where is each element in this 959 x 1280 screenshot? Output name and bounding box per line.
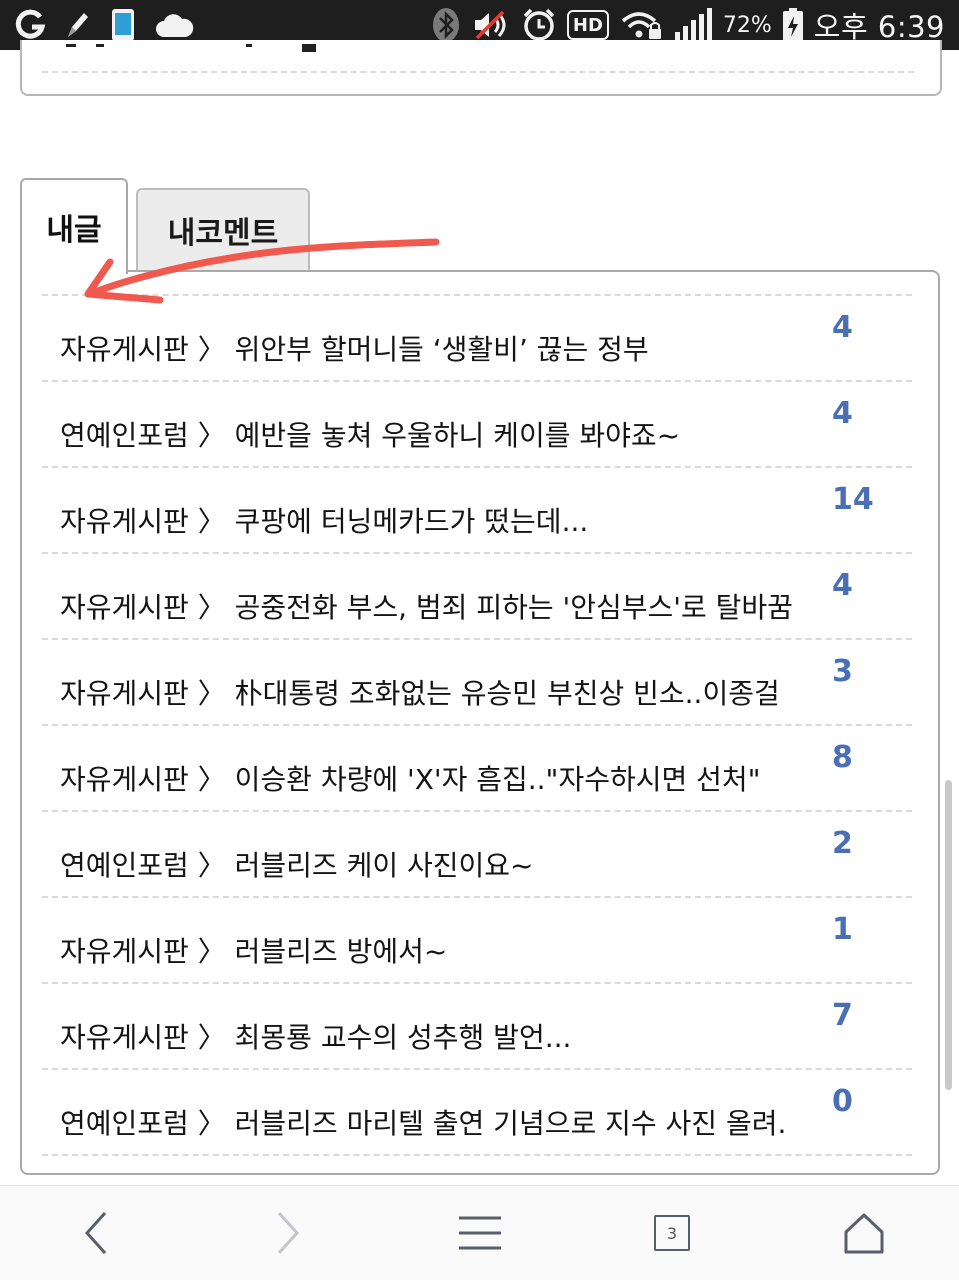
alarm-icon: [521, 7, 557, 43]
comment-count: 1: [832, 912, 853, 947]
separator: 〉: [197, 419, 226, 452]
post-row[interactable]: 연예인포럼 〉 예반을 놓쳐 우울하니 케이를 봐야죠~ 4: [42, 382, 912, 468]
home-icon: [844, 1213, 884, 1254]
post-title: 위안부 할머니들 ‘생활비’ 끊는 정부: [234, 333, 649, 366]
post-row[interactable]: 자유게시판 〉 공중전화 부스, 범죄 피하는 '안심부스'로 탈바꿈 4: [42, 554, 912, 640]
post-link[interactable]: 연예인포럼 〉 예반을 놓쳐 우울하니 케이를 봐야죠~: [60, 414, 830, 454]
bluetooth-icon: [431, 7, 461, 43]
board-name: 자유게시판: [60, 591, 189, 624]
previous-section-card: [20, 40, 942, 96]
post-link[interactable]: 자유게시판 〉 朴대통령 조화없는 유승민 부친상 빈소..이종걸: [60, 672, 830, 712]
separator: 〉: [197, 677, 226, 710]
post-row[interactable]: 자유게시판 〉 최몽룡 교수의 성추행 발언... 7: [42, 984, 912, 1070]
comment-count: 0: [832, 1084, 853, 1119]
post-row[interactable]: 자유게시판 〉 위안부 할머니들 ‘생활비’ 끊는 정부 4: [42, 296, 912, 382]
tab-my-posts[interactable]: 내글: [20, 178, 128, 274]
post-title: 朴대통령 조화없는 유승민 부친상 빈소..이종걸: [234, 677, 780, 710]
separator: 〉: [197, 935, 226, 968]
post-link[interactable]: 자유게시판 〉 이승환 차량에 'X'자 흠집.."자수하시면 선처": [60, 758, 830, 798]
post-link[interactable]: 자유게시판 〉 쿠팡에 터닝메카드가 떴는데...: [60, 500, 830, 540]
separator: 〉: [197, 591, 226, 624]
post-row[interactable]: 자유게시판 〉 쿠팡에 터닝메카드가 떴는데... 14: [42, 468, 912, 554]
post-title: 예반을 놓쳐 우울하니 케이를 봐야죠~: [234, 419, 681, 452]
hd-voice-icon: HD: [566, 10, 609, 40]
post-row[interactable]: 자유게시판 〉 이승환 차량에 'X'자 흠집.."자수하시면 선처" 8: [42, 726, 912, 812]
post-row[interactable]: 자유게시판 〉 러블리즈 방에서~ 1: [42, 898, 912, 984]
board-name: 자유게시판: [60, 763, 189, 796]
post-row[interactable]: 연예인포럼 〉 러블리즈 케이 사진이요~ 2: [42, 812, 912, 898]
tabs-button[interactable]: 3: [612, 1186, 732, 1280]
post-row[interactable]: 연예인포럼 〉 러블리즈 마리텔 출연 기념으로 지수 사진 올려. 0: [42, 1070, 912, 1156]
post-title: 공중전화 부스, 범죄 피하는 '안심부스'로 탈바꿈: [234, 591, 793, 624]
comment-count: 4: [832, 310, 853, 345]
post-link[interactable]: 연예인포럼 〉 러블리즈 마리텔 출연 기념으로 지수 사진 올려.: [60, 1102, 830, 1142]
board-name: 자유게시판: [60, 1021, 189, 1054]
post-title: 러블리즈 마리텔 출연 기념으로 지수 사진 올려.: [234, 1107, 787, 1140]
home-button[interactable]: [804, 1186, 924, 1280]
comment-count: 3: [832, 654, 853, 689]
comment-count: 14: [832, 482, 874, 517]
pen-icon: [64, 9, 92, 41]
scrollbar[interactable]: [945, 780, 952, 1090]
board-name: 자유게시판: [60, 333, 189, 366]
post-title: 러블리즈 케이 사진이요~: [234, 849, 534, 882]
tab-my-comments[interactable]: 내코멘트: [136, 188, 310, 270]
my-posts-panel: 자유게시판 〉 위안부 할머니들 ‘생활비’ 끊는 정부 4 연예인포럼 〉 예…: [20, 270, 940, 1175]
comment-count: 4: [832, 568, 853, 603]
separator: 〉: [197, 1107, 226, 1140]
wifi-lock-icon: [619, 9, 663, 41]
board-name: 자유게시판: [60, 677, 189, 710]
post-link[interactable]: 자유게시판 〉 최몽룡 교수의 성추행 발언...: [60, 1016, 830, 1056]
back-button[interactable]: [36, 1186, 156, 1280]
separator: 〉: [197, 333, 226, 366]
comment-count: 7: [832, 998, 853, 1033]
tab-label: 내글: [46, 213, 102, 248]
tab-label: 내코멘트: [167, 216, 279, 251]
menu-icon: [459, 1216, 501, 1250]
post-title: 이승환 차량에 'X'자 흠집.."자수하시면 선처": [234, 763, 761, 796]
separator: 〉: [197, 763, 226, 796]
comment-count: 8: [832, 740, 853, 775]
post-title: 러블리즈 방에서~: [234, 935, 448, 968]
board-name: 자유게시판: [60, 935, 189, 968]
battery-charging-icon: [782, 7, 804, 43]
post-row[interactable]: 자유게시판 〉 朴대통령 조화없는 유승민 부친상 빈소..이종걸 3: [42, 640, 912, 726]
divider: [42, 71, 914, 73]
post-link[interactable]: 연예인포럼 〉 러블리즈 케이 사진이요~: [60, 844, 830, 884]
post-title: 쿠팡에 터닝메카드가 떴는데...: [234, 505, 589, 538]
post-link[interactable]: 자유게시판 〉 공중전화 부스, 범죄 피하는 '안심부스'로 탈바꿈: [60, 586, 830, 626]
mute-icon: [471, 8, 511, 42]
comment-count: 4: [832, 396, 853, 431]
post-link[interactable]: 자유게시판 〉 러블리즈 방에서~: [60, 930, 830, 970]
post-list: 자유게시판 〉 위안부 할머니들 ‘생활비’ 끊는 정부 4 연예인포럼 〉 예…: [42, 296, 912, 1156]
post-link[interactable]: 자유게시판 〉 위안부 할머니들 ‘생활비’ 끊는 정부: [60, 328, 830, 368]
browser-bottom-nav: 3: [0, 1185, 959, 1280]
board-name: 연예인포럼: [60, 1107, 189, 1140]
board-name: 자유게시판: [60, 505, 189, 538]
post-title: 최몽룡 교수의 성추행 발언...: [234, 1021, 572, 1054]
tab-count: 3: [666, 1223, 678, 1243]
separator: 〉: [197, 505, 226, 538]
battery-percent: 72%: [722, 12, 772, 38]
separator: 〉: [197, 1021, 226, 1054]
forward-button[interactable]: [228, 1186, 348, 1280]
separator: 〉: [197, 849, 226, 882]
board-name: 연예인포럼: [60, 419, 189, 452]
menu-button[interactable]: [420, 1186, 540, 1280]
tabs-icon: 3: [654, 1215, 690, 1251]
board-name: 연예인포럼: [60, 849, 189, 882]
cloud-icon: [154, 11, 194, 39]
g-app-icon: [14, 9, 46, 41]
forward-icon: [277, 1211, 300, 1255]
clipped-text-fragment: [66, 44, 316, 52]
comment-count: 2: [832, 826, 853, 861]
back-icon: [84, 1211, 107, 1255]
phone-icon: [110, 8, 136, 42]
signal-icon: [673, 8, 713, 42]
